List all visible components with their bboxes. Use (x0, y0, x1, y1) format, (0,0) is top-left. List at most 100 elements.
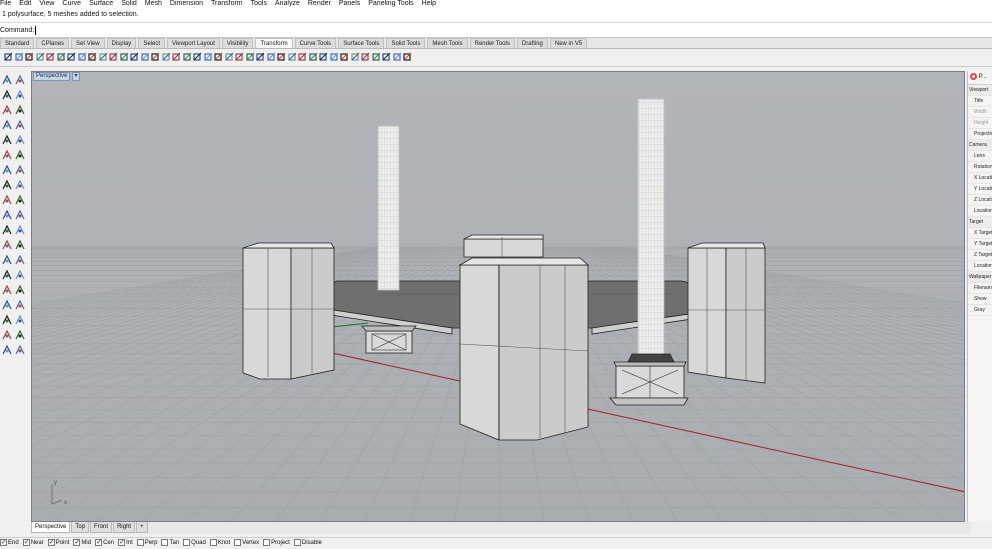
toolbox-analyze-icon[interactable] (1, 344, 13, 356)
shear-icon[interactable] (266, 52, 276, 62)
menu-item-render[interactable]: Render (308, 0, 331, 7)
tab-solid-tools[interactable]: Solid Tools (386, 38, 426, 48)
toolbox-scale-icon[interactable] (14, 254, 26, 266)
osnap-quad[interactable]: Quad (183, 538, 206, 549)
menu-item-tools[interactable]: Tools (251, 0, 267, 7)
toolbox-rectangle-icon[interactable] (14, 119, 26, 131)
array-polar-icon[interactable] (109, 52, 118, 62)
drag-icon[interactable] (371, 52, 381, 62)
xform-icon[interactable] (308, 52, 318, 62)
toolbox-polyline-icon[interactable] (14, 89, 26, 101)
tab-display[interactable]: Display (106, 38, 137, 48)
osnap-tan[interactable]: Tan (161, 538, 179, 549)
right-block[interactable] (687, 242, 766, 384)
tab-transform[interactable]: Transform (255, 38, 293, 48)
toolbox-snap-icon[interactable] (14, 329, 26, 341)
move-icon[interactable] (4, 52, 13, 62)
toolbox-box-icon[interactable] (14, 164, 26, 176)
osnap-tan-checkbox[interactable] (161, 538, 169, 546)
toolbox-extrude-icon[interactable] (1, 164, 13, 176)
menu-item-mesh[interactable]: Mesh (145, 0, 162, 7)
osnap-end[interactable]: End (0, 538, 19, 549)
toolbox-select-icon[interactable] (1, 74, 13, 86)
osnap-cen[interactable]: Cen (95, 538, 114, 549)
osnap-disable-checkbox[interactable] (293, 538, 301, 546)
menu-item-help[interactable]: Help (422, 0, 436, 7)
osnap-knot[interactable]: Knot (209, 538, 230, 549)
osnap-end-checkbox[interactable] (0, 538, 7, 548)
taper-icon[interactable] (161, 52, 171, 62)
toolbox-point-icon[interactable] (14, 74, 26, 86)
osnap-knot-checkbox[interactable] (209, 538, 217, 546)
move-up-icon[interactable] (340, 52, 349, 62)
orient-crv-icon[interactable] (329, 52, 339, 62)
perspective-viewport[interactable]: x y (31, 71, 965, 522)
tab-set-view[interactable]: Set View (71, 38, 105, 48)
viewport-canvas[interactable]: x y (32, 72, 965, 522)
toolbox-array-icon[interactable] (14, 269, 26, 281)
menu-item-panels[interactable]: Panels (339, 0, 360, 7)
tab-viewport-layout[interactable]: Viewport Layout (167, 38, 220, 48)
left-crate[interactable] (361, 325, 417, 354)
menu-item-view[interactable]: View (39, 0, 54, 7)
toolbox-offset-icon[interactable] (14, 149, 26, 161)
left-mesh-column[interactable] (377, 125, 400, 291)
toolbox-polygon-icon[interactable] (14, 134, 26, 146)
property-wallpaper[interactable]: Wallpaper (968, 272, 992, 283)
toolbox-text-icon[interactable] (14, 299, 26, 311)
toolbox-render-icon[interactable] (14, 344, 26, 356)
property-camera[interactable]: Camera (968, 140, 992, 151)
setpt-icon[interactable] (245, 52, 255, 62)
osnap-point-checkbox[interactable] (47, 538, 55, 548)
scale1d-icon[interactable] (67, 52, 76, 62)
osnap-project-checkbox[interactable] (263, 538, 271, 546)
menu-item-solid[interactable]: Solid (121, 0, 137, 7)
osnap-cen-checkbox[interactable] (95, 538, 103, 548)
toolbox-curve-icon[interactable] (1, 104, 13, 116)
toolbox-mirror-icon[interactable] (1, 269, 13, 281)
toolbox-circle-icon[interactable] (14, 104, 26, 116)
add-viewport-tab-button[interactable]: + (136, 522, 148, 533)
toolbox-dim-icon[interactable] (1, 314, 13, 326)
osnap-perp-checkbox[interactable] (136, 538, 144, 546)
command-line[interactable]: Command: (0, 22, 992, 38)
unroll-icon[interactable] (319, 52, 328, 62)
cplane-icon[interactable] (298, 52, 307, 62)
back-block[interactable] (463, 234, 544, 258)
osnap-near[interactable]: Near (22, 538, 44, 549)
osnap-mid[interactable]: Mid (73, 538, 91, 549)
tab-select[interactable]: Select (138, 38, 165, 48)
flip-icon[interactable] (350, 52, 360, 62)
splop-icon[interactable] (182, 52, 192, 62)
menu-item-analyze[interactable]: Analyze (275, 0, 300, 7)
bend-icon[interactable] (151, 52, 160, 62)
osnap-near-checkbox[interactable] (22, 538, 30, 548)
osnap-int[interactable]: Int (118, 538, 133, 549)
osnap-project[interactable]: Project (263, 538, 290, 549)
toolbox-arc-icon[interactable] (1, 119, 13, 131)
menu-item-transform[interactable]: Transform (211, 0, 243, 7)
tab-cplanes[interactable]: CPlanes (36, 38, 70, 48)
viewport-title[interactable]: Perspective (33, 72, 71, 81)
align-icon[interactable] (130, 52, 139, 62)
osnap-quad-checkbox[interactable] (183, 538, 191, 546)
gumball-icon[interactable] (277, 52, 286, 62)
toolbox-group-icon[interactable] (1, 284, 13, 296)
twist-icon[interactable] (140, 52, 150, 62)
menu-item-dimension[interactable]: Dimension (170, 0, 203, 7)
toolbox-fillet-icon[interactable] (1, 149, 13, 161)
tab-curve-tools[interactable]: Curve Tools (294, 38, 337, 48)
array-icon[interactable] (98, 52, 108, 62)
scale-icon[interactable] (46, 52, 55, 62)
tab-visibility[interactable]: Visibility (221, 38, 254, 48)
property-target[interactable]: Target (968, 217, 992, 228)
remap-icon[interactable] (287, 52, 297, 62)
smooth-icon[interactable] (193, 52, 202, 62)
property-viewport[interactable]: Viewport (968, 85, 992, 96)
osnap-perp[interactable]: Perp (136, 538, 157, 549)
tab-drafting[interactable]: Drafting (516, 38, 548, 48)
osnap-vertex[interactable]: Vertex (234, 538, 259, 549)
tab-render-tools[interactable]: Render Tools (469, 38, 515, 48)
zoom-icon[interactable] (382, 52, 391, 62)
mirror-icon[interactable] (77, 52, 87, 62)
